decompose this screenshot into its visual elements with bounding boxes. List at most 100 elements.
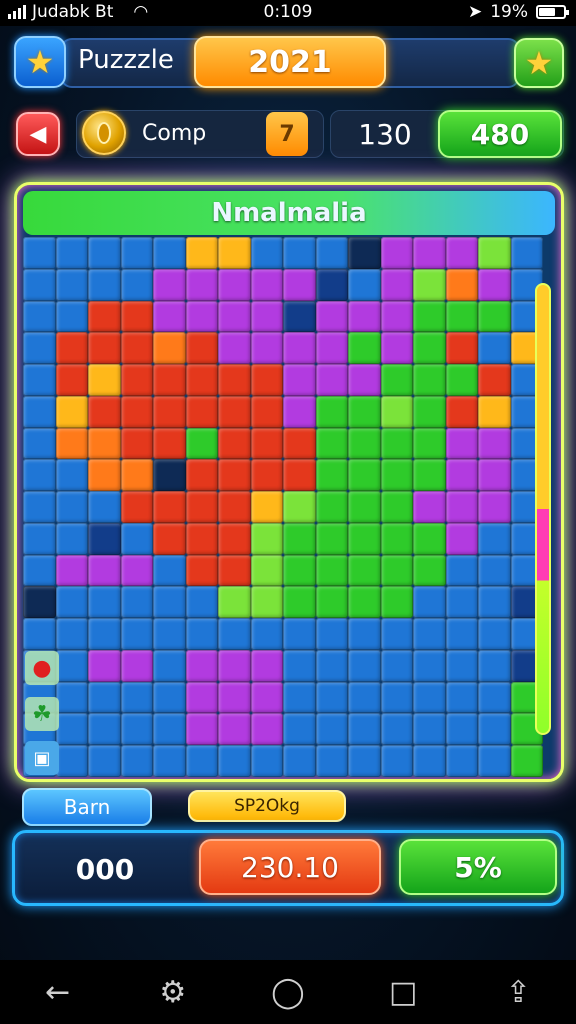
home-circle-icon[interactable]: ◯: [258, 975, 318, 1010]
plant-icon[interactable]: ☘: [25, 697, 59, 731]
puzzle-piece[interactable]: [348, 300, 381, 333]
puzzle-piece[interactable]: [23, 237, 56, 269]
puzzle-piece[interactable]: [153, 364, 186, 396]
puzzle-piece[interactable]: [23, 300, 56, 333]
puzzle-piece[interactable]: [315, 491, 348, 523]
puzzle-piece[interactable]: [348, 745, 381, 777]
puzzle-piece[interactable]: [413, 745, 446, 777]
puzzle-piece[interactable]: [445, 522, 478, 555]
puzzle-piece[interactable]: [120, 745, 153, 777]
puzzle-piece[interactable]: [88, 395, 121, 428]
puzzle-piece[interactable]: [23, 427, 56, 460]
puzzle-piece[interactable]: [283, 364, 316, 396]
puzzle-piece[interactable]: [185, 522, 218, 555]
puzzle-piece[interactable]: [315, 459, 348, 492]
puzzle-piece[interactable]: [445, 681, 478, 714]
puzzle-piece[interactable]: [380, 522, 413, 555]
puzzle-piece[interactable]: [478, 713, 511, 746]
puzzle-piece[interactable]: [185, 713, 218, 746]
puzzle-piece[interactable]: [478, 427, 511, 460]
puzzle-piece[interactable]: [185, 649, 218, 682]
puzzle-piece[interactable]: [283, 332, 316, 365]
puzzle-piece[interactable]: [348, 618, 381, 650]
puzzle-piece[interactable]: [153, 554, 186, 587]
puzzle-piece[interactable]: [478, 586, 511, 619]
puzzle-piece[interactable]: [55, 427, 88, 460]
puzzle-piece[interactable]: [348, 459, 381, 492]
puzzle-piece[interactable]: [315, 745, 348, 777]
puzzle-piece[interactable]: [478, 237, 511, 269]
puzzle-piece[interactable]: [185, 268, 218, 301]
puzzle-piece[interactable]: [445, 237, 478, 269]
puzzle-piece[interactable]: [380, 395, 413, 428]
puzzle-piece[interactable]: [185, 459, 218, 492]
puzzle-piece[interactable]: [88, 427, 121, 460]
puzzle-piece[interactable]: [218, 745, 251, 777]
puzzle-piece[interactable]: [55, 522, 88, 555]
back-button[interactable]: ◀: [16, 112, 60, 156]
puzzle-piece[interactable]: [315, 395, 348, 428]
puzzle-piece[interactable]: [153, 332, 186, 365]
puzzle-piece[interactable]: [413, 332, 446, 365]
puzzle-piece[interactable]: [380, 713, 413, 746]
puzzle-piece[interactable]: [413, 491, 446, 523]
puzzle-piece[interactable]: [380, 300, 413, 333]
puzzle-piece[interactable]: [315, 268, 348, 301]
image-icon[interactable]: ▣: [25, 741, 59, 775]
puzzle-piece[interactable]: [283, 745, 316, 777]
puzzle-piece[interactable]: [283, 300, 316, 333]
puzzle-piece[interactable]: [283, 649, 316, 682]
puzzle-piece[interactable]: [380, 237, 413, 269]
puzzle-piece[interactable]: [283, 237, 316, 269]
puzzle-piece[interactable]: [185, 395, 218, 428]
puzzle-piece[interactable]: [250, 586, 283, 619]
puzzle-piece[interactable]: [120, 237, 153, 269]
puzzle-piece[interactable]: [55, 554, 88, 587]
puzzle-piece[interactable]: [23, 395, 56, 428]
puzzle-piece[interactable]: [445, 491, 478, 523]
puzzle-piece[interactable]: [153, 268, 186, 301]
puzzle-piece[interactable]: [185, 364, 218, 396]
puzzle-piece[interactable]: [218, 459, 251, 492]
puzzle-piece[interactable]: [23, 522, 56, 555]
puzzle-piece[interactable]: [185, 586, 218, 619]
puzzle-piece[interactable]: [218, 268, 251, 301]
puzzle-piece[interactable]: [380, 491, 413, 523]
puzzle-piece[interactable]: [250, 395, 283, 428]
puzzle-piece[interactable]: [153, 713, 186, 746]
puzzle-piece[interactable]: [88, 268, 121, 301]
puzzle-piece[interactable]: [55, 268, 88, 301]
puzzle-piece[interactable]: [185, 745, 218, 777]
puzzle-piece[interactable]: [218, 586, 251, 619]
puzzle-piece[interactable]: [348, 713, 381, 746]
puzzle-piece[interactable]: [23, 618, 56, 650]
puzzle-piece[interactable]: [218, 554, 251, 587]
puzzle-piece[interactable]: [478, 554, 511, 587]
puzzle-piece[interactable]: [88, 681, 121, 714]
puzzle-piece[interactable]: [88, 459, 121, 492]
puzzle-piece[interactable]: [283, 681, 316, 714]
puzzle-piece[interactable]: [250, 554, 283, 587]
puzzle-piece[interactable]: [218, 237, 251, 269]
puzzle-piece[interactable]: [88, 554, 121, 587]
puzzle-piece[interactable]: [445, 586, 478, 619]
puzzle-piece[interactable]: [23, 586, 56, 619]
puzzle-piece[interactable]: [283, 713, 316, 746]
board-scrollbar[interactable]: [535, 283, 551, 735]
puzzle-piece[interactable]: [185, 618, 218, 650]
puzzle-piece[interactable]: [23, 268, 56, 301]
puzzle-piece[interactable]: [120, 681, 153, 714]
puzzle-piece[interactable]: [348, 237, 381, 269]
puzzle-piece[interactable]: [348, 268, 381, 301]
puzzle-piece[interactable]: [380, 332, 413, 365]
puzzle-piece[interactable]: [153, 586, 186, 619]
puzzle-piece[interactable]: [445, 713, 478, 746]
puzzle-piece[interactable]: [348, 586, 381, 619]
puzzle-piece[interactable]: [250, 618, 283, 650]
puzzle-piece[interactable]: [120, 427, 153, 460]
puzzle-piece[interactable]: [153, 237, 186, 269]
puzzle-piece[interactable]: [315, 713, 348, 746]
puzzle-piece[interactable]: [250, 681, 283, 714]
puzzle-piece[interactable]: [413, 395, 446, 428]
puzzle-piece[interactable]: [218, 618, 251, 650]
